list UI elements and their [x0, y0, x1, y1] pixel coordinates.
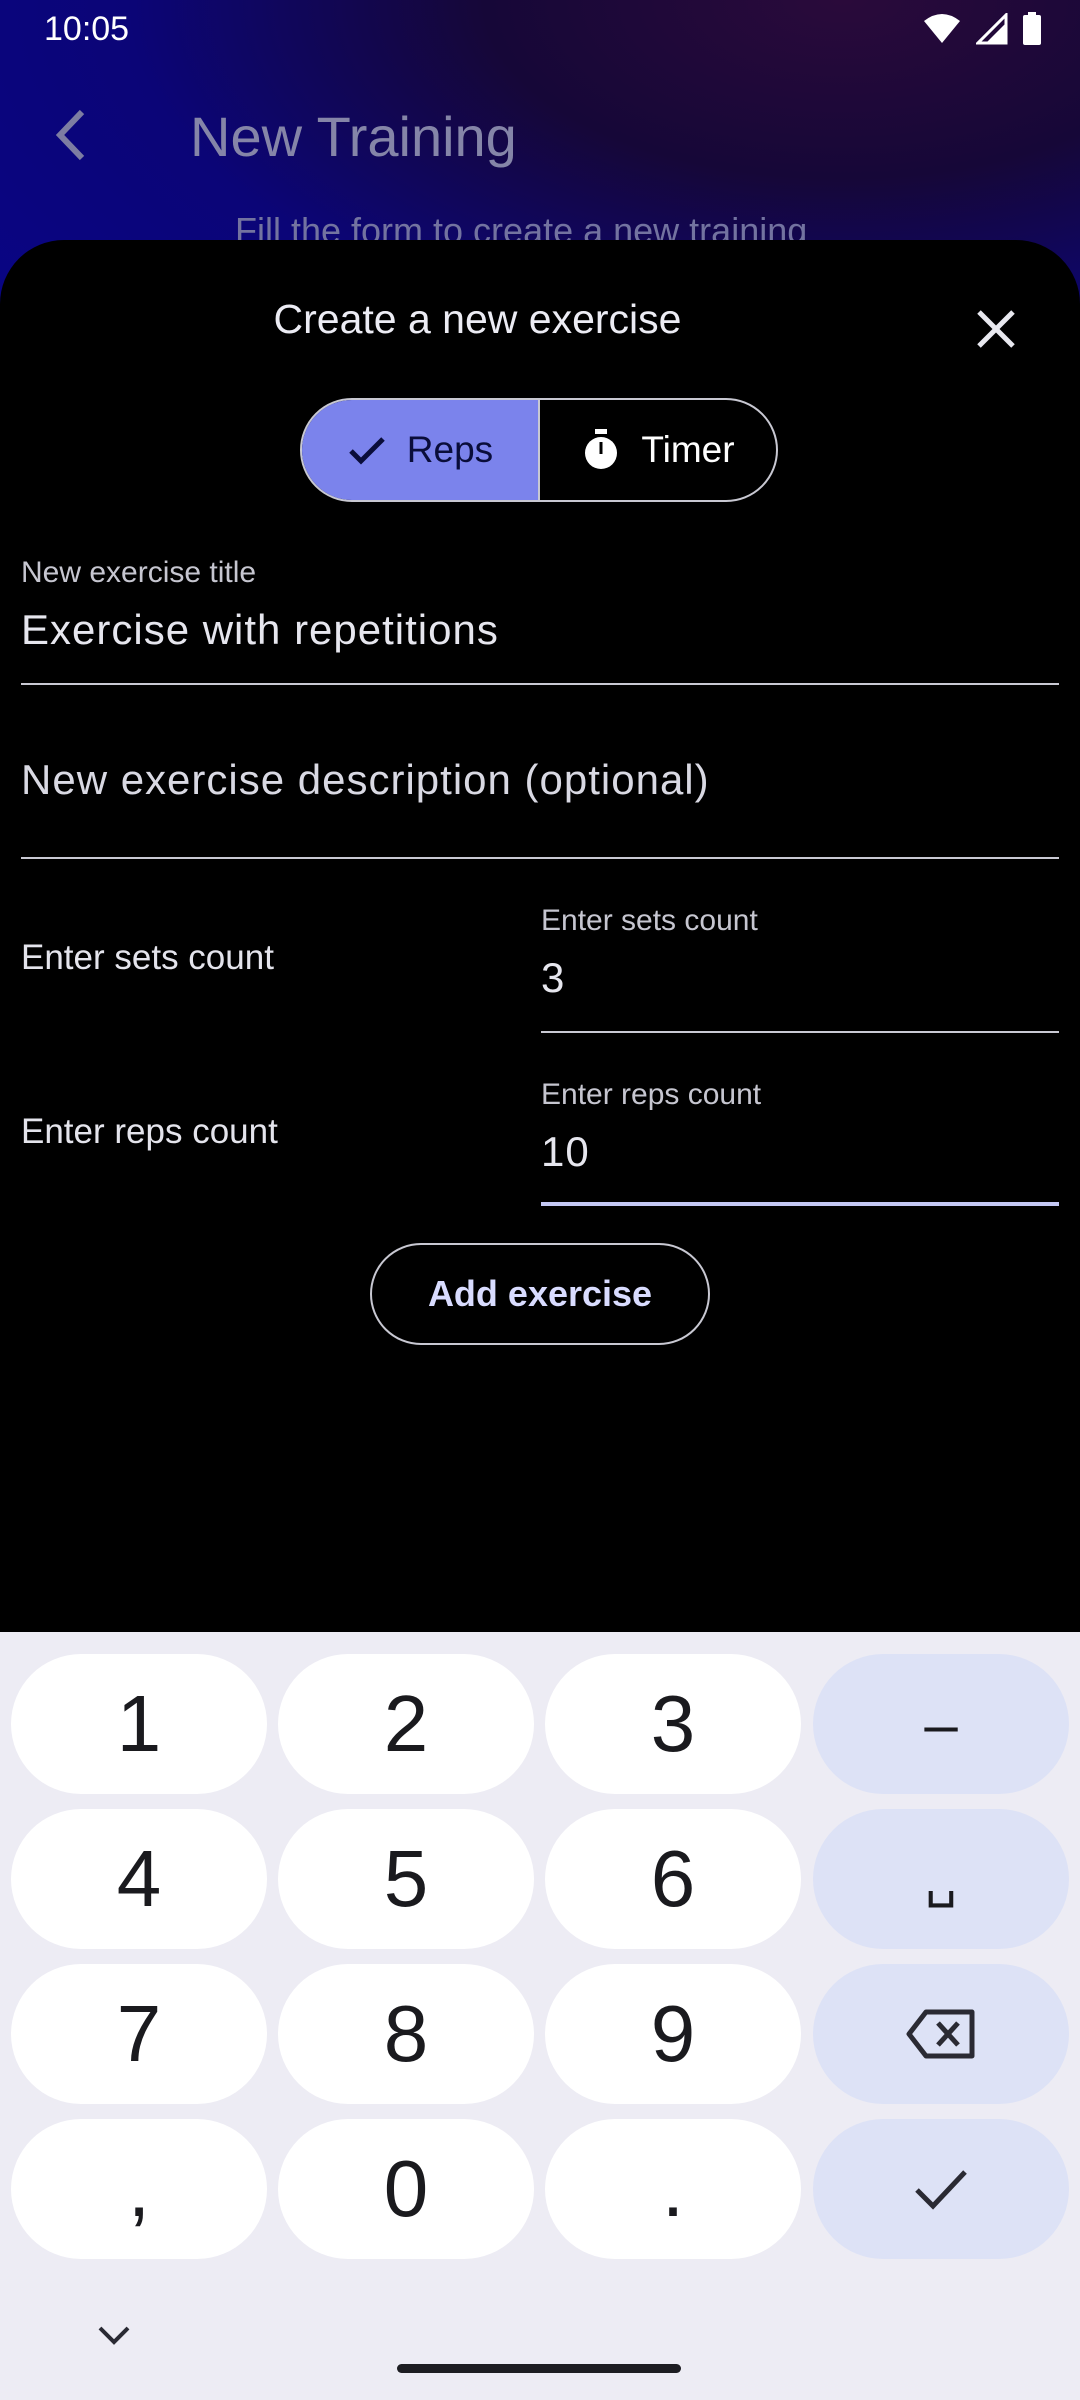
mode-toggle: Reps Timer [300, 398, 778, 502]
key-space[interactable]: ␣ [813, 1809, 1069, 1949]
key-6[interactable]: 6 [545, 1809, 801, 1949]
description-field[interactable]: New exercise description (optional) [21, 756, 710, 804]
keyboard-collapse-button[interactable] [94, 2318, 134, 2354]
key-7[interactable]: 7 [11, 1964, 267, 2104]
check-icon [915, 2170, 967, 2210]
add-exercise-button[interactable]: Add exercise [370, 1243, 710, 1345]
close-button[interactable] [965, 298, 1027, 360]
timer-toggle-label: Timer [641, 429, 735, 470]
reps-toggle-label: Reps [406, 429, 494, 470]
title-field[interactable]: Exercise with repetitions [21, 606, 499, 654]
key-4[interactable]: 4 [11, 1809, 267, 1949]
key-3[interactable]: 3 [545, 1654, 801, 1794]
sets-field-label: Enter sets count [541, 904, 758, 937]
key-period[interactable]: . [545, 2119, 801, 2259]
sets-count-input[interactable]: 3 [541, 954, 565, 1002]
cellular-signal-icon [976, 13, 1008, 45]
sets-row-label: Enter sets count [21, 938, 274, 977]
reps-field-label: Enter reps count [541, 1078, 762, 1111]
key-comma[interactable]: , [11, 2119, 267, 2259]
status-bar: 10:05 [0, 0, 1080, 62]
key-backspace[interactable] [813, 1964, 1069, 2104]
status-time: 10:05 [44, 10, 130, 48]
timer-toggle-button[interactable]: Timer [540, 400, 776, 500]
close-icon [977, 310, 1015, 348]
status-icons [922, 12, 1042, 46]
battery-icon [1023, 12, 1041, 45]
reps-toggle-button[interactable]: Reps [302, 400, 540, 500]
key-minus[interactable]: – [813, 1654, 1069, 1794]
title-field-underline [21, 683, 1059, 685]
key-9[interactable]: 9 [545, 1964, 801, 2104]
reps-row-label: Enter reps count [21, 1112, 278, 1151]
arrow-back-icon [55, 109, 85, 161]
key-done[interactable] [813, 2119, 1069, 2259]
wifi-icon [924, 14, 960, 43]
reps-count-input[interactable]: 10 [541, 1128, 590, 1176]
reps-field-underline-focused [541, 1202, 1059, 1206]
timer-icon [585, 429, 618, 469]
key-1[interactable]: 1 [11, 1654, 267, 1794]
description-field-underline [21, 857, 1059, 859]
create-exercise-sheet: Create a new exercise Reps Timer New exe… [0, 240, 1080, 1632]
key-8[interactable]: 8 [278, 1964, 534, 2104]
numeric-keyboard: 1 2 3 – 4 5 6 ␣ 7 8 9 , 0 . [0, 1632, 1080, 2400]
back-button[interactable] [46, 100, 98, 170]
key-0[interactable]: 0 [278, 2119, 534, 2259]
sheet-title: Create a new exercise [273, 296, 682, 342]
screen-title: New Training [190, 105, 517, 168]
key-2[interactable]: 2 [278, 1654, 534, 1794]
sets-field-underline [541, 1031, 1059, 1033]
check-icon [349, 437, 385, 465]
backspace-icon [906, 2009, 975, 2059]
home-indicator[interactable] [397, 2364, 681, 2373]
chevron-down-icon [98, 2326, 130, 2345]
key-5[interactable]: 5 [278, 1809, 534, 1949]
title-field-label: New exercise title [21, 556, 257, 589]
